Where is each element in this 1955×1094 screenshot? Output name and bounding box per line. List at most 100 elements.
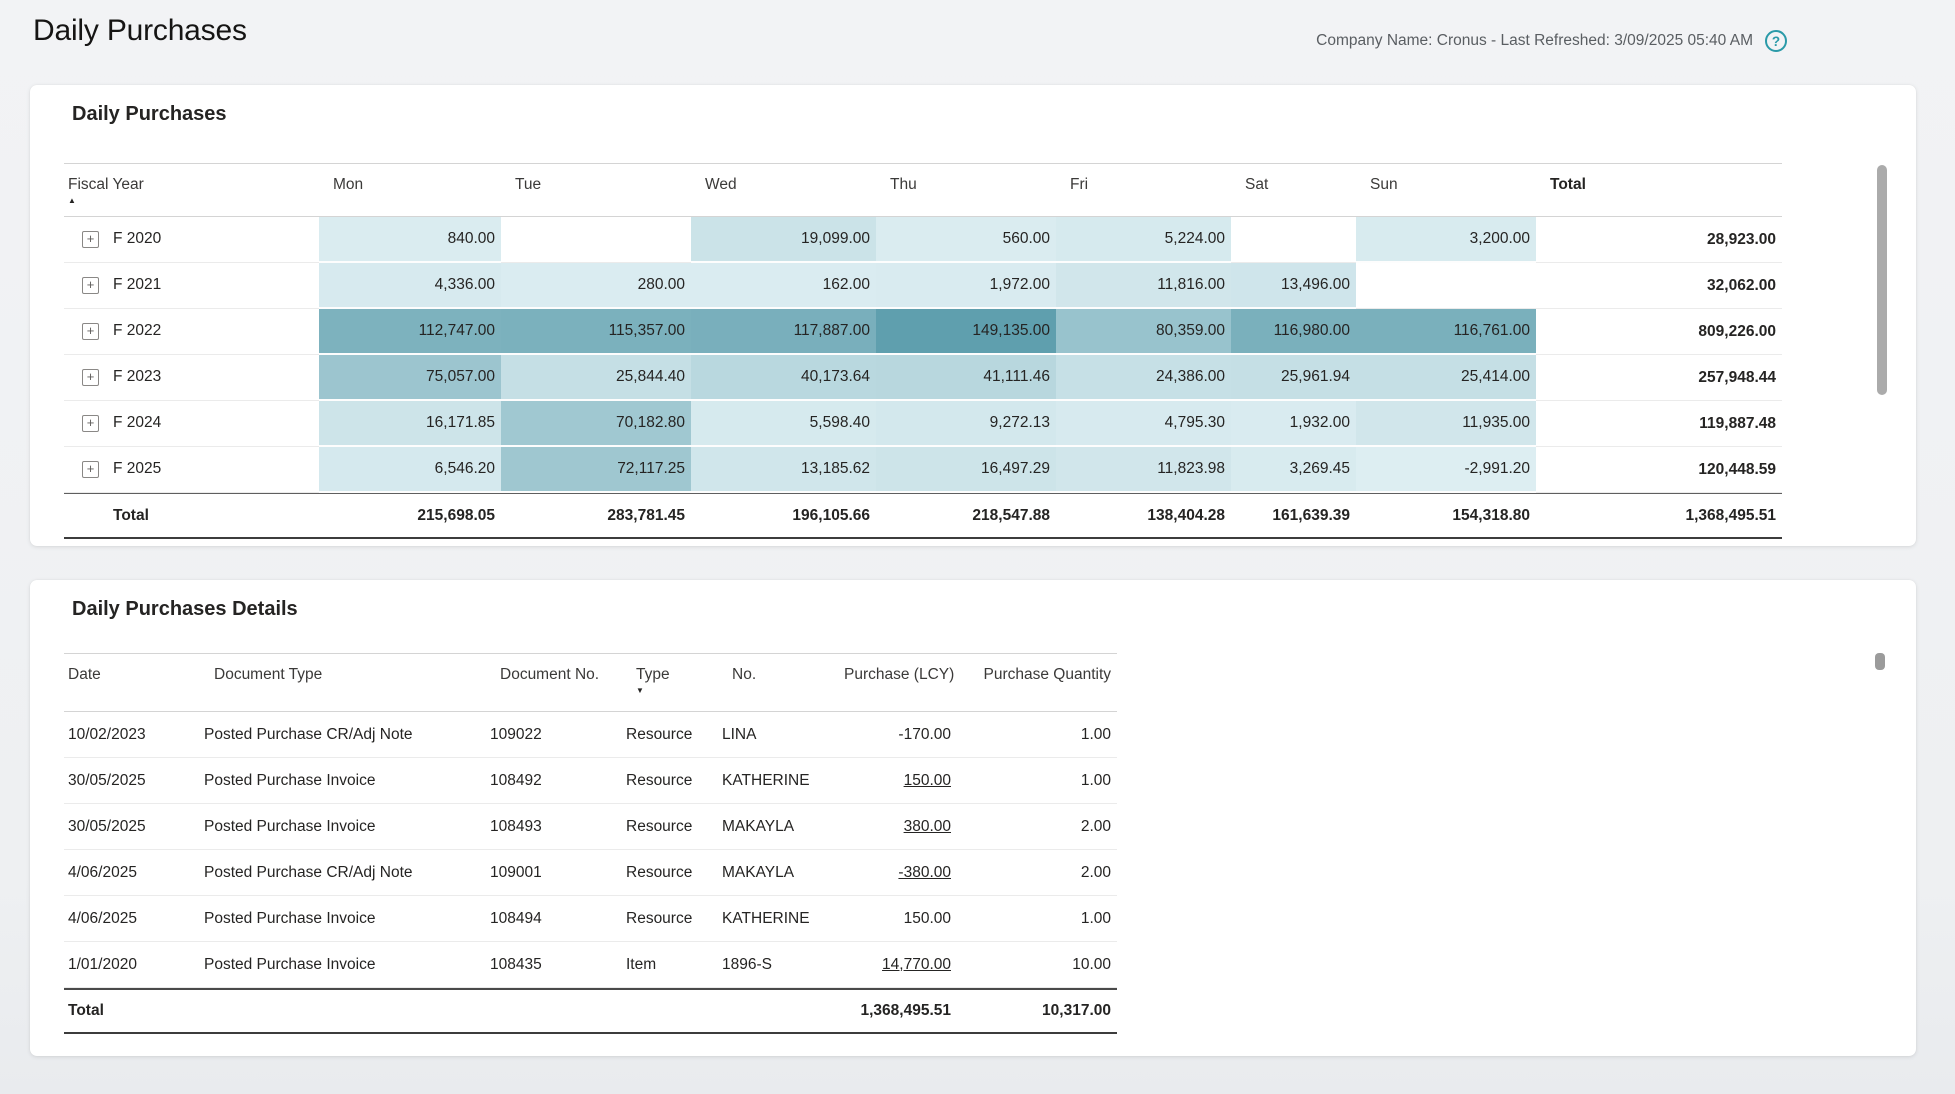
fiscal-year-cell: F 2020 [64,217,319,263]
matrix-row: F 202375,057.0025,844.4040,173.6441,111.… [64,355,1782,401]
details-cell-doc_type: Posted Purchase CR/Adj Note [200,850,486,896]
matrix-value-cell[interactable]: 13,185.62 [691,447,876,493]
details-cell-purchase: -380.00 [830,850,957,896]
details-cell-doc_type: Posted Purchase Invoice [200,942,486,988]
matrix-value-cell[interactable]: 19,099.00 [691,217,876,263]
expand-icon[interactable] [82,461,99,478]
column-header-purchase-quantity[interactable]: Purchase Quantity [957,653,1117,712]
details-cell-purchase: 380.00 [830,804,957,850]
column-header-fri[interactable]: Fri [1056,163,1231,217]
matrix-value-cell[interactable]: 11,935.00 [1356,401,1536,447]
matrix-value-cell[interactable] [1356,263,1536,309]
matrix-value-cell[interactable]: 560.00 [876,217,1056,263]
purchase-drill-link[interactable]: 380.00 [904,818,951,835]
details-cell-type: Resource [622,758,718,804]
matrix-value-cell[interactable]: 6,546.20 [319,447,501,493]
column-header-type[interactable]: Type▼ [622,653,718,712]
column-header-date[interactable]: Date [64,653,200,712]
matrix-value-cell[interactable] [1231,217,1356,263]
row-total-cell: 119,887.48 [1536,401,1782,447]
matrix-value-cell[interactable]: 4,795.30 [1056,401,1231,447]
details-cell-type: Resource [622,896,718,942]
details-row: 4/06/2025Posted Purchase Invoice108494Re… [64,896,1117,942]
expand-icon[interactable] [82,415,99,432]
matrix-scrollbar[interactable] [1877,165,1887,395]
matrix-value-cell[interactable]: 840.00 [319,217,501,263]
details-cell-doc_type: Posted Purchase Invoice [200,804,486,850]
matrix-value-cell[interactable]: 75,057.00 [319,355,501,401]
help-icon[interactable]: ? [1765,30,1787,52]
matrix-value-cell[interactable]: 11,816.00 [1056,263,1231,309]
column-header-no-[interactable]: No. [718,653,830,712]
details-cell-type: Resource [622,850,718,896]
matrix-value-cell[interactable]: 3,269.45 [1231,447,1356,493]
details-row: 1/01/2020Posted Purchase Invoice108435It… [64,942,1117,988]
column-header-tue[interactable]: Tue [501,163,691,217]
matrix-value-cell[interactable]: 25,844.40 [501,355,691,401]
column-header-total[interactable]: Total [1536,163,1782,217]
purchase-drill-link[interactable]: -380.00 [898,864,951,881]
details-total-spacer [486,988,622,1034]
details-cell-doc_type: Posted Purchase Invoice [200,896,486,942]
row-total-cell: 257,948.44 [1536,355,1782,401]
company-refresh-label: Company Name: Cronus - Last Refreshed: 3… [1316,32,1753,50]
fiscal-year-cell: F 2021 [64,263,319,309]
column-header-fiscal-year[interactable]: Fiscal Year▲ [64,163,319,217]
details-cell-date: 4/06/2025 [64,896,200,942]
matrix-value-cell[interactable]: 16,171.85 [319,401,501,447]
details-cell-qty: 10.00 [957,942,1117,988]
purchase-drill-link[interactable]: 150.00 [904,772,951,789]
matrix-value-cell[interactable]: 80,359.00 [1056,309,1231,355]
column-header-sat[interactable]: Sat [1231,163,1356,217]
details-cell-no: MAKAYLA [718,804,830,850]
expand-icon[interactable] [82,277,99,294]
matrix-value-cell[interactable]: 25,414.00 [1356,355,1536,401]
expand-icon[interactable] [82,369,99,386]
purchase-drill-link[interactable]: 14,770.00 [882,956,951,973]
matrix-value-cell[interactable]: 41,111.46 [876,355,1056,401]
details-cell-type: Resource [622,712,718,758]
matrix-value-cell[interactable]: 72,117.25 [501,447,691,493]
details-total-label: Total [64,988,200,1034]
matrix-value-cell[interactable]: 13,496.00 [1231,263,1356,309]
matrix-value-cell[interactable]: 16,497.29 [876,447,1056,493]
details-total-spacer [718,988,830,1034]
matrix-value-cell[interactable]: -2,991.20 [1356,447,1536,493]
matrix-value-cell[interactable]: 5,224.00 [1056,217,1231,263]
matrix-value-cell[interactable] [501,217,691,263]
matrix-value-cell[interactable]: 11,823.98 [1056,447,1231,493]
matrix-row: F 20256,546.2072,117.2513,185.6216,497.2… [64,447,1782,493]
matrix-value-cell[interactable]: 3,200.00 [1356,217,1536,263]
matrix-value-cell[interactable]: 24,386.00 [1056,355,1231,401]
matrix-value-cell[interactable]: 117,887.00 [691,309,876,355]
matrix-value-cell[interactable]: 115,357.00 [501,309,691,355]
column-header-wed[interactable]: Wed [691,163,876,217]
column-header-thu[interactable]: Thu [876,163,1056,217]
matrix-value-cell[interactable]: 1,972.00 [876,263,1056,309]
matrix-value-cell[interactable]: 25,961.94 [1231,355,1356,401]
column-header-purchase-lcy-[interactable]: Purchase (LCY) [830,653,957,712]
matrix-value-cell[interactable]: 4,336.00 [319,263,501,309]
column-total-cell: 138,404.28 [1056,493,1231,539]
matrix-value-cell[interactable]: 1,932.00 [1231,401,1356,447]
matrix-value-cell[interactable]: 40,173.64 [691,355,876,401]
column-header-document-no-[interactable]: Document No. [486,653,622,712]
matrix-value-cell[interactable]: 70,182.80 [501,401,691,447]
daily-purchases-matrix: Fiscal Year▲MonTueWedThuFriSatSunTotal F… [64,163,1782,539]
matrix-value-cell[interactable]: 149,135.00 [876,309,1056,355]
matrix-value-cell[interactable]: 116,980.00 [1231,309,1356,355]
matrix-value-cell[interactable]: 280.00 [501,263,691,309]
matrix-value-cell[interactable]: 5,598.40 [691,401,876,447]
column-header-mon[interactable]: Mon [319,163,501,217]
matrix-value-cell[interactable]: 162.00 [691,263,876,309]
column-total-cell: 154,318.80 [1356,493,1536,539]
column-header-sun[interactable]: Sun [1356,163,1536,217]
matrix-value-cell[interactable]: 9,272.13 [876,401,1056,447]
matrix-total-label: Total [64,493,319,539]
expand-icon[interactable] [82,323,99,340]
details-scrollbar[interactable] [1875,653,1885,670]
expand-icon[interactable] [82,231,99,248]
matrix-value-cell[interactable]: 116,761.00 [1356,309,1536,355]
column-header-document-type[interactable]: Document Type [200,653,486,712]
matrix-value-cell[interactable]: 112,747.00 [319,309,501,355]
